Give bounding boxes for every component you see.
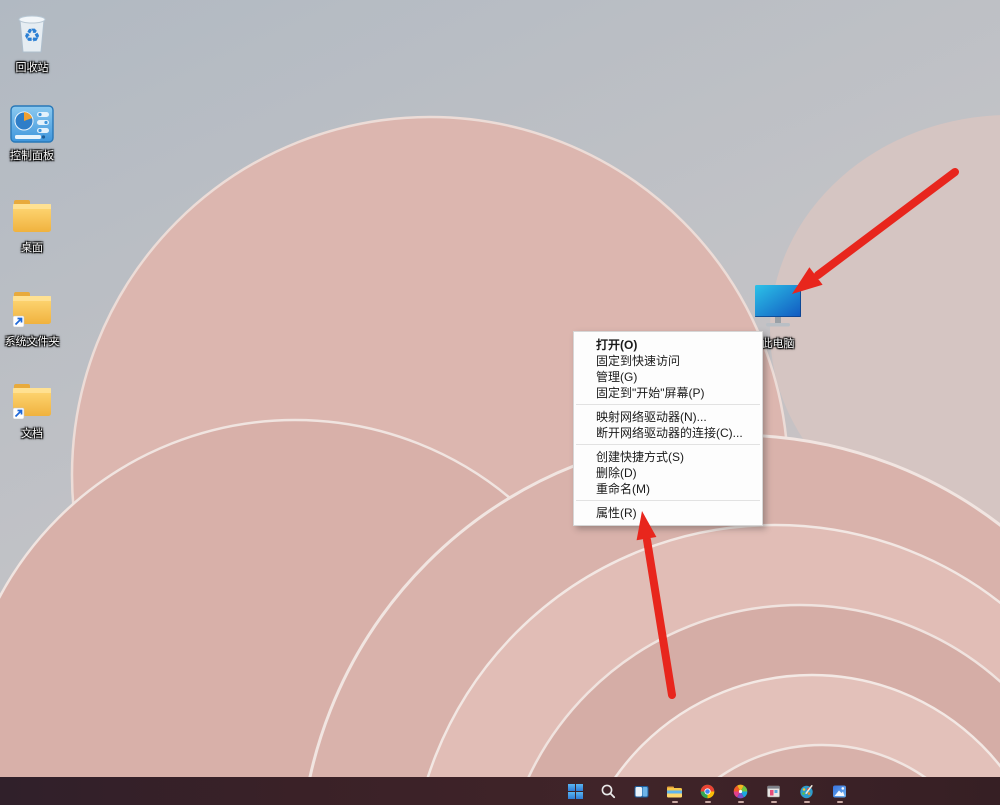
running-indicator (771, 801, 777, 803)
photos-icon (831, 783, 848, 800)
menu-item-create-shortcut[interactable]: 创建快捷方式(S) (574, 449, 762, 465)
folder-shortcut-icon (9, 378, 55, 424)
chrome-button[interactable] (699, 777, 716, 805)
recycle-bin-icon: ♻ (9, 8, 55, 58)
menu-item-manage[interactable]: 管理(G) (574, 369, 762, 385)
running-indicator (705, 801, 711, 803)
task-view-icon (633, 783, 650, 800)
file-explorer-icon (666, 783, 683, 800)
file-explorer-button[interactable] (666, 777, 683, 805)
paint-button[interactable] (798, 777, 815, 805)
photos-button[interactable] (831, 777, 848, 805)
taskbar-icon-group (567, 777, 848, 805)
icon-label: 此电脑 (762, 338, 795, 351)
menu-separator (576, 444, 760, 445)
menu-separator (576, 500, 760, 501)
app-window-button[interactable] (765, 777, 782, 805)
desktop-icon-system-folder-shortcut[interactable]: 系统文件夹 (0, 286, 64, 350)
color-wheel-icon (732, 783, 749, 800)
app-window-icon (765, 783, 782, 800)
desktop-icon-desktop-folder[interactable]: 桌面 (0, 194, 64, 256)
menu-item-rename[interactable]: 重命名(M) (574, 481, 762, 497)
menu-item-open[interactable]: 打开(O) (574, 337, 762, 353)
svg-text:♻: ♻ (23, 26, 40, 47)
paint-palette-icon (798, 783, 815, 800)
icon-label: 回收站 (16, 62, 49, 75)
running-indicator (738, 801, 744, 803)
menu-separator (576, 404, 760, 405)
color-wheel-browser-button[interactable] (732, 777, 749, 805)
control-panel-icon (9, 102, 55, 146)
start-button[interactable] (567, 777, 584, 805)
menu-item-pin-to-start[interactable]: 固定到"开始"屏幕(P) (574, 385, 762, 401)
context-menu: 打开(O) 固定到快速访问 管理(G) 固定到"开始"屏幕(P) 映射网络驱动器… (573, 331, 763, 526)
task-view-button[interactable] (633, 777, 650, 805)
folder-icon (9, 194, 55, 238)
icon-label: 桌面 (21, 242, 43, 255)
search-icon (600, 783, 617, 800)
running-indicator (837, 801, 843, 803)
running-indicator (804, 801, 810, 803)
search-button[interactable] (600, 777, 617, 805)
windows-start-icon (567, 783, 584, 800)
folder-shortcut-icon (9, 286, 55, 332)
menu-item-delete[interactable]: 删除(D) (574, 465, 762, 481)
desktop-icon-control-panel[interactable]: 控制面板 (0, 102, 64, 164)
menu-item-map-network-drive[interactable]: 映射网络驱动器(N)... (574, 409, 762, 425)
icon-label: 文档 (21, 428, 43, 441)
desktop: ♻ 回收站 控制面板 (0, 0, 1000, 805)
icon-label: 控制面板 (10, 150, 54, 163)
wallpaper-bloom (0, 0, 1000, 777)
running-indicator (672, 801, 678, 803)
taskbar (0, 777, 1000, 805)
chrome-icon (699, 783, 716, 800)
menu-item-properties[interactable]: 属性(R) (574, 505, 762, 521)
icon-label: 系统文件夹 (5, 336, 60, 349)
desktop-icon-documents-shortcut[interactable]: 文档 (0, 378, 64, 442)
menu-item-disconnect-network-drive[interactable]: 断开网络驱动器的连接(C)... (574, 425, 762, 441)
menu-item-pin-quick-access[interactable]: 固定到快速访问 (574, 353, 762, 369)
this-pc-monitor-icon (753, 283, 803, 329)
desktop-icon-recycle-bin[interactable]: ♻ 回收站 (0, 8, 64, 76)
